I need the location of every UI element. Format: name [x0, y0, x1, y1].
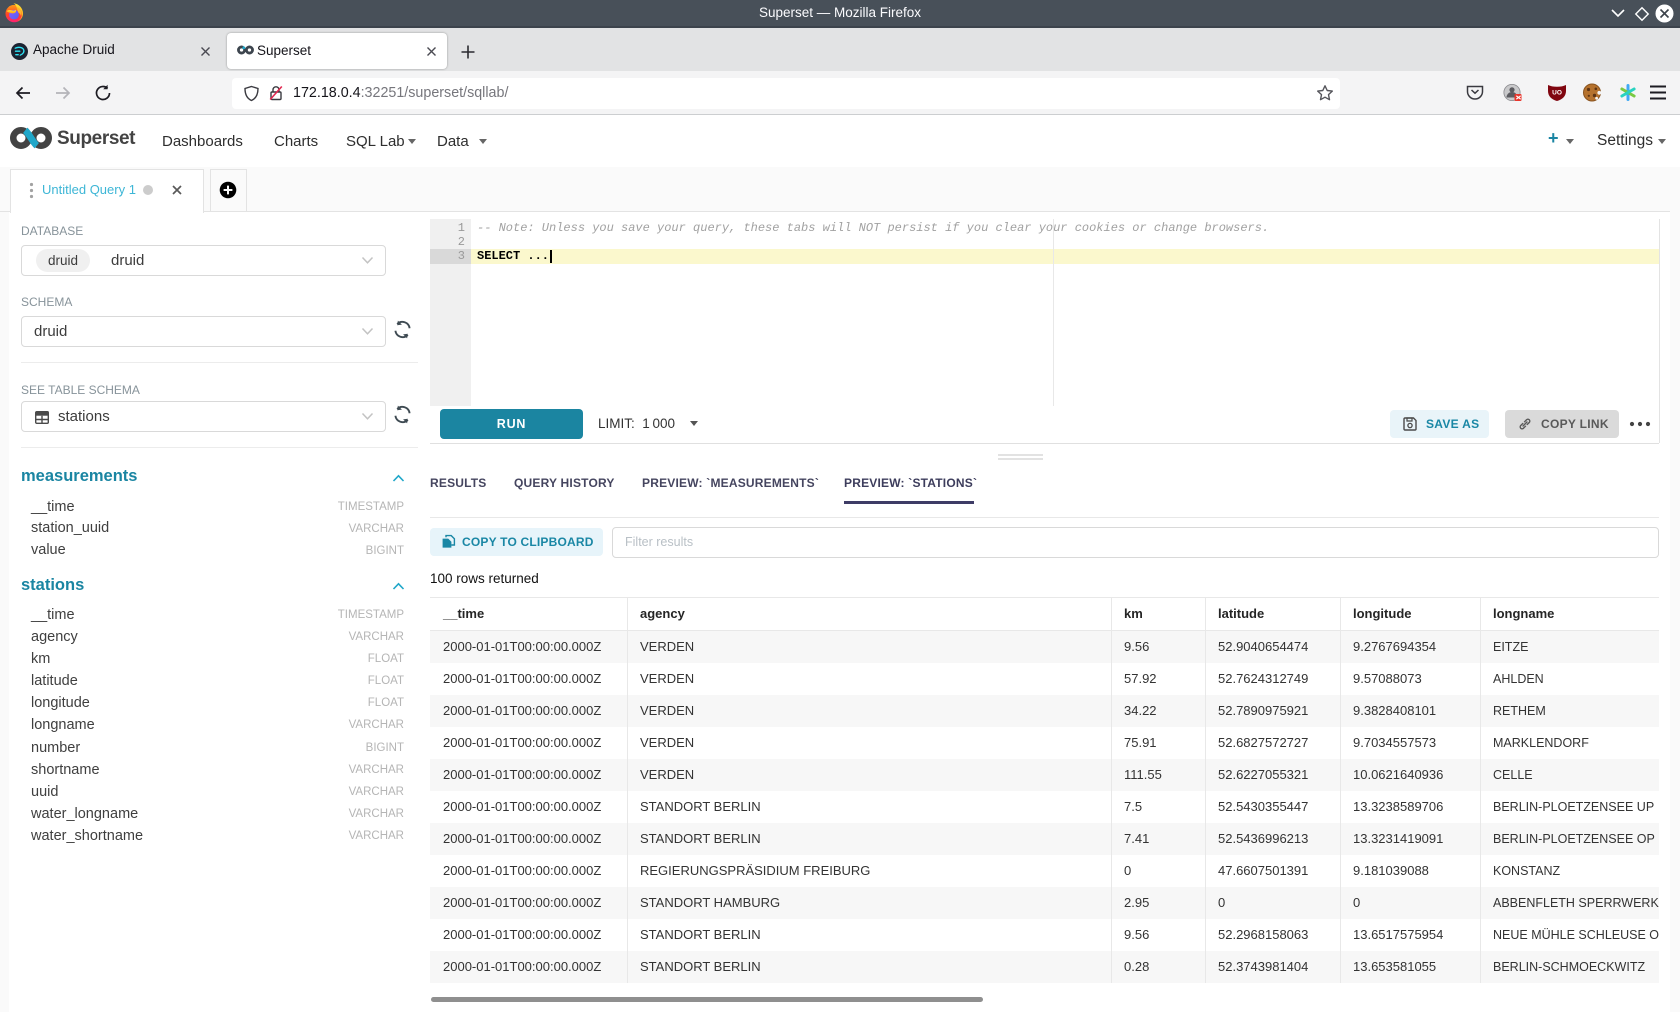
svg-text:UO: UO — [1552, 90, 1562, 97]
